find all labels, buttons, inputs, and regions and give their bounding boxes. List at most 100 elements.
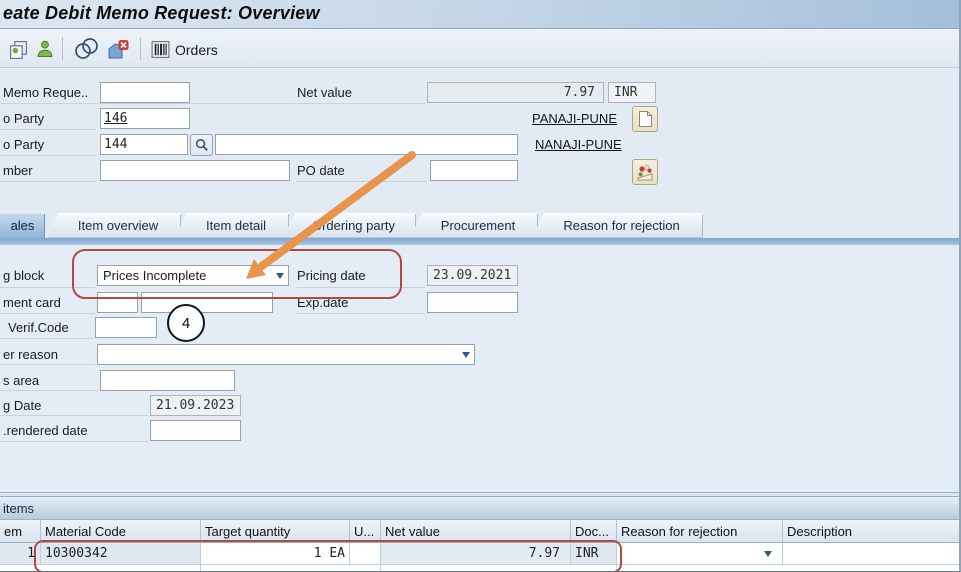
row-cell-unit[interactable] <box>350 543 381 565</box>
orders-button[interactable]: Orders <box>175 42 218 58</box>
dropdown-arrow-icon <box>462 352 470 358</box>
currency-field: INR <box>608 82 656 103</box>
column-header-description[interactable]: Description <box>783 520 961 543</box>
label-underline <box>0 415 148 416</box>
ship-to-party-input[interactable] <box>100 134 188 155</box>
billing-date-label: g Date <box>3 398 41 413</box>
create-text-button[interactable] <box>632 106 658 132</box>
tabstrip-band <box>0 238 959 245</box>
payment-card-type-input[interactable] <box>97 292 138 313</box>
sold-to-party-label: o Party <box>3 111 44 126</box>
label-underline <box>0 441 148 442</box>
table-empty-row <box>381 565 617 572</box>
billing-block-label: g block <box>3 268 44 283</box>
sales-area-label: s area <box>3 373 39 388</box>
label-underline <box>0 155 95 156</box>
ship-to-party-link[interactable]: NANAJI-PUNE <box>535 137 622 152</box>
column-header-item[interactable]: em <box>0 520 41 543</box>
pricing-date-field: 23.09.2021 <box>427 265 518 286</box>
label-underline <box>297 103 425 104</box>
reject-document-icon[interactable] <box>104 37 132 61</box>
row-cell-doc-currency[interactable]: INR <box>571 543 617 565</box>
order-reason-label: er reason <box>3 347 58 362</box>
toolbar-separator <box>62 37 63 60</box>
verif-code-input[interactable] <box>95 317 157 338</box>
sold-to-party-input[interactable] <box>100 108 190 129</box>
net-value-field: 7.97 <box>427 82 604 103</box>
label-underline <box>0 390 97 391</box>
tab-reason-for-rejection[interactable]: Reason for rejection <box>532 213 703 238</box>
copy-documents-icon[interactable] <box>6 37 30 61</box>
services-for-object-button[interactable] <box>632 159 658 185</box>
column-header-net-value[interactable]: Net value <box>381 520 571 543</box>
serv-rendered-date-input[interactable] <box>150 420 241 441</box>
row-cell-material[interactable]: 10300342 <box>41 543 201 565</box>
tab-item-overview[interactable]: Item overview <box>47 213 181 238</box>
exp-date-label: Exp.date <box>297 295 348 310</box>
column-header-unit[interactable]: U... <box>350 520 381 543</box>
label-underline <box>0 129 95 130</box>
column-header-reason-for-rejection[interactable]: Reason for rejection <box>617 520 783 543</box>
document-icon <box>637 110 653 128</box>
tab-ordering-party[interactable]: Ordering party <box>283 213 416 238</box>
search-icon <box>195 138 209 152</box>
table-empty-row <box>617 565 961 572</box>
tab-item-detail[interactable]: Item detail <box>175 213 289 238</box>
label-underline <box>297 287 425 288</box>
row-cell-quantity[interactable]: 1 EA <box>201 543 350 565</box>
ship-to-party-name-input[interactable] <box>215 134 518 155</box>
sold-to-party-link[interactable]: PANAJI-PUNE <box>532 111 617 126</box>
po-date-label: PO date <box>297 163 345 178</box>
search-button[interactable] <box>190 134 213 156</box>
column-header-doc-currency[interactable]: Doc... <box>571 520 617 543</box>
table-empty-row <box>0 565 201 572</box>
document-flow-icon[interactable] <box>72 37 100 61</box>
label-underline <box>0 338 93 339</box>
serv-rendered-date-label: .rendered date <box>3 423 88 438</box>
sap-window: eate Debit Memo Request: Overview <box>0 0 961 572</box>
billing-date-field: 21.09.2023 <box>150 395 241 416</box>
billing-block-dropdown[interactable]: Prices Incomplete <box>97 265 289 286</box>
row-cell-item[interactable]: 1 <box>0 543 41 565</box>
verif-code-label: Verif.Code <box>8 320 69 335</box>
tab-sales[interactable]: ales <box>0 213 45 238</box>
services-for-object-icon <box>636 163 654 181</box>
row-cell-reason-for-rejection[interactable] <box>617 543 783 565</box>
billing-block-value: Prices Incomplete <box>103 268 206 283</box>
po-date-input[interactable] <box>430 160 518 181</box>
po-number-label: mber <box>3 163 33 178</box>
ship-to-party-label: o Party <box>3 137 44 152</box>
po-number-input[interactable] <box>100 160 290 181</box>
tab-procurement[interactable]: Procurement <box>410 213 538 238</box>
memo-request-input[interactable] <box>100 82 190 103</box>
label-underline <box>297 313 425 314</box>
page-title: eate Debit Memo Request: Overview <box>3 3 320 24</box>
payment-card-label: ment card <box>3 295 61 310</box>
row-cell-net-value[interactable]: 7.97 <box>381 543 571 565</box>
table-empty-row <box>201 565 381 572</box>
net-value-label: Net value <box>297 85 352 100</box>
order-reason-dropdown[interactable] <box>97 344 475 365</box>
sales-area-input[interactable] <box>100 370 235 391</box>
orders-barcode-icon[interactable] <box>148 37 172 61</box>
label-underline <box>297 181 427 182</box>
row-cell-description[interactable] <box>783 543 961 565</box>
business-partner-icon[interactable] <box>33 37 57 61</box>
items-section-header: items <box>0 497 959 520</box>
memo-request-label: Memo Reque.. <box>3 85 88 100</box>
pricing-date-label: Pricing date <box>297 268 366 283</box>
column-header-material[interactable]: Material Code <box>41 520 201 543</box>
toolbar-separator <box>140 37 141 60</box>
exp-date-input[interactable] <box>427 292 518 313</box>
label-underline <box>0 313 95 314</box>
label-underline <box>0 287 95 288</box>
column-header-target-quantity[interactable]: Target quantity <box>201 520 350 543</box>
payment-card-number-input[interactable] <box>141 292 273 313</box>
application-toolbar: Orders <box>0 29 959 68</box>
items-section-title: items <box>3 501 34 516</box>
label-underline <box>0 181 95 182</box>
title-bar: eate Debit Memo Request: Overview <box>0 0 959 29</box>
label-underline <box>0 103 295 104</box>
dropdown-arrow-icon[interactable] <box>764 551 772 557</box>
label-underline <box>0 364 95 365</box>
